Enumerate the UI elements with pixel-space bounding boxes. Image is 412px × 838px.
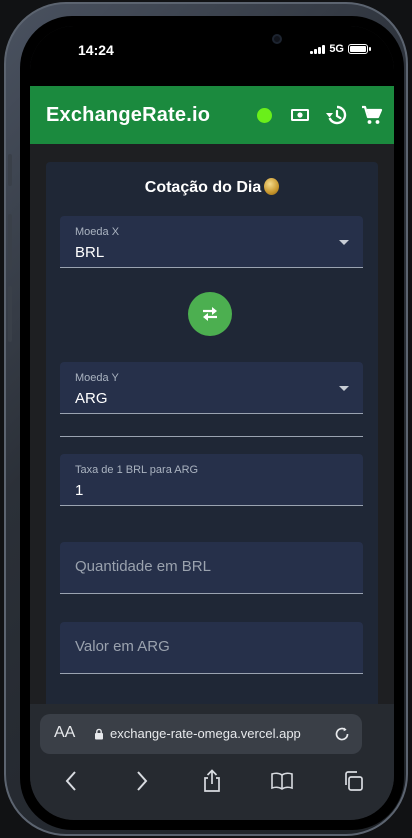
screen: 14:24 5G ExchangeRate.io Cotação do Dia … — [30, 26, 394, 820]
rate-field[interactable]: Taxa de 1 BRL para ARG 1 — [60, 454, 363, 506]
online-status-dot — [257, 107, 272, 123]
amount-placeholder: Quantidade em BRL — [75, 558, 211, 575]
amount-input[interactable]: Quantidade em BRL — [60, 542, 363, 594]
status-time: 14:24 — [78, 42, 114, 58]
currency-y-value: ARG — [75, 390, 108, 407]
address-bar[interactable]: AA exchange-rate-omega.vercel.app — [40, 714, 362, 754]
mute-switch — [8, 154, 12, 186]
url-text: exchange-rate-omega.vercel.app — [110, 726, 301, 741]
reload-icon[interactable] — [332, 724, 352, 744]
bookmarks-icon[interactable] — [269, 768, 295, 794]
lock-icon — [95, 728, 103, 739]
divider — [60, 436, 363, 437]
volume-down-button — [8, 286, 12, 342]
tabs-icon[interactable] — [340, 768, 366, 794]
status-indicators: 5G — [310, 43, 371, 55]
signal-icon — [310, 44, 326, 54]
cart-icon[interactable] — [360, 103, 384, 127]
notch — [142, 26, 282, 54]
rate-label: Taxa de 1 BRL para ARG — [75, 464, 199, 476]
currency-x-value: BRL — [75, 244, 105, 261]
back-icon[interactable] — [58, 768, 84, 794]
rate-value: 1 — [75, 482, 84, 499]
battery-icon — [348, 44, 371, 54]
currency-x-select[interactable]: Moeda X BRL — [60, 216, 363, 268]
status-bar: 14:24 5G — [30, 26, 394, 86]
card-title: Cotação do Dia — [46, 178, 378, 197]
browser-nav — [30, 766, 394, 796]
swap-icon — [203, 307, 217, 321]
coin-icon — [264, 178, 280, 195]
result-input[interactable]: Valor em ARG — [60, 622, 363, 674]
network-label: 5G — [329, 43, 344, 55]
browser-toolbar: AA exchange-rate-omega.vercel.app — [30, 704, 394, 820]
app-title[interactable]: ExchangeRate.io — [46, 104, 210, 127]
forward-icon[interactable] — [129, 768, 155, 794]
main-content: Cotação do Dia Moeda X BRL Moeda Y ARG T… — [30, 144, 394, 722]
result-placeholder: Valor em ARG — [75, 638, 170, 655]
money-icon[interactable] — [288, 103, 312, 127]
currency-y-label: Moeda Y — [75, 372, 119, 384]
phone-bezel: 14:24 5G ExchangeRate.io Cotação do Dia … — [20, 16, 404, 830]
exchange-card: Cotação do Dia Moeda X BRL Moeda Y ARG T… — [46, 162, 378, 722]
chevron-down-icon — [339, 386, 349, 391]
url-container: exchange-rate-omega.vercel.app — [94, 726, 301, 741]
volume-up-button — [8, 214, 12, 270]
currency-x-label: Moeda X — [75, 226, 120, 238]
share-icon[interactable] — [199, 768, 225, 794]
app-bar: ExchangeRate.io — [30, 86, 394, 144]
aa-label: AA — [54, 724, 76, 741]
phone-frame: 14:24 5G ExchangeRate.io Cotação do Dia … — [4, 2, 408, 836]
swap-currencies-button[interactable] — [188, 292, 232, 336]
history-icon[interactable] — [324, 103, 348, 127]
card-title-text: Cotação do Dia — [144, 179, 262, 196]
camera-icon — [272, 34, 282, 44]
chevron-down-icon — [339, 240, 349, 245]
currency-y-select[interactable]: Moeda Y ARG — [60, 362, 363, 414]
app-bar-actions — [257, 86, 384, 144]
reader-settings-button[interactable]: AA — [54, 724, 75, 742]
